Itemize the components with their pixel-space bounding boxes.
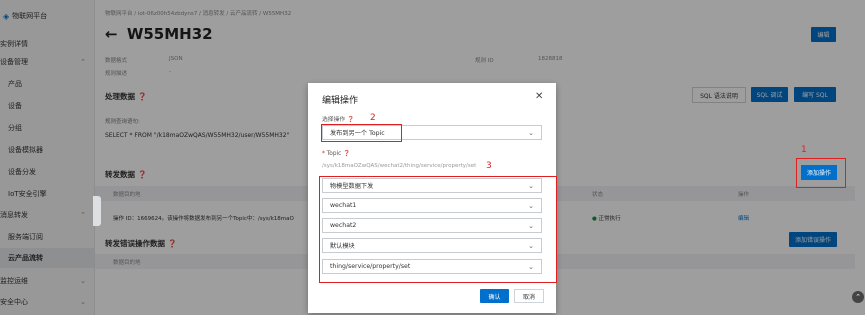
chevron-down-icon: ⌄ — [528, 263, 534, 271]
float-help-icon[interactable]: ⌃ — [852, 291, 864, 303]
topic-option-label: 默认模块 — [330, 243, 355, 250]
topic-option-label: wechat2 — [330, 222, 357, 229]
modal-title: 编辑操作 — [322, 96, 359, 106]
topic-option-label: wechat1 — [330, 202, 357, 209]
topic-label: * Topic ❓ — [322, 151, 351, 157]
select-label: 选择操作 ❓ — [322, 117, 355, 123]
sidebar-collapse-handle[interactable] — [93, 196, 101, 226]
topic-select-4[interactable]: 默认模块 ⌄ — [322, 238, 542, 253]
chevron-down-icon: ⌄ — [528, 222, 534, 230]
annotation-number-3: 3 — [486, 161, 492, 171]
topic-select-5[interactable]: thing/service/property/set ⌄ — [322, 259, 542, 274]
chevron-down-icon: ⌄ — [528, 182, 534, 190]
chevron-down-icon: ⌄ — [528, 202, 534, 210]
help-icon[interactable]: ❓ — [347, 117, 354, 123]
topic-select-2[interactable]: wechat1 ⌄ — [322, 198, 542, 213]
topic-placeholder: /sys/k18maOZwQAS/wechat2/thing/service/p… — [322, 163, 477, 169]
annotation-box-2 — [321, 124, 402, 142]
add-action-button-highlight[interactable]: 添加操作 — [801, 165, 837, 180]
confirm-button[interactable]: 确认 — [480, 289, 509, 303]
chevron-down-icon: ⌄ — [528, 242, 534, 250]
chevron-down-icon: ⌄ — [528, 129, 534, 137]
annotation-number-2: 2 — [370, 113, 376, 123]
topic-select-1[interactable]: 物模型数据下发 ⌄ — [322, 178, 542, 193]
cancel-button[interactable]: 取消 — [514, 289, 544, 303]
topic-option-label: thing/service/property/set — [330, 263, 411, 270]
annotation-number-1: 1 — [801, 145, 807, 155]
topic-select-3[interactable]: wechat2 ⌄ — [322, 218, 542, 233]
topic-option-label: 物模型数据下发 — [330, 183, 374, 190]
close-icon[interactable]: ✕ — [535, 91, 543, 102]
help-icon[interactable]: ❓ — [343, 151, 350, 157]
edit-action-modal: 编辑操作 ✕ 选择操作 ❓ 发布到另一个 Topic ⌄ 2 * Topic ❓… — [308, 83, 557, 313]
